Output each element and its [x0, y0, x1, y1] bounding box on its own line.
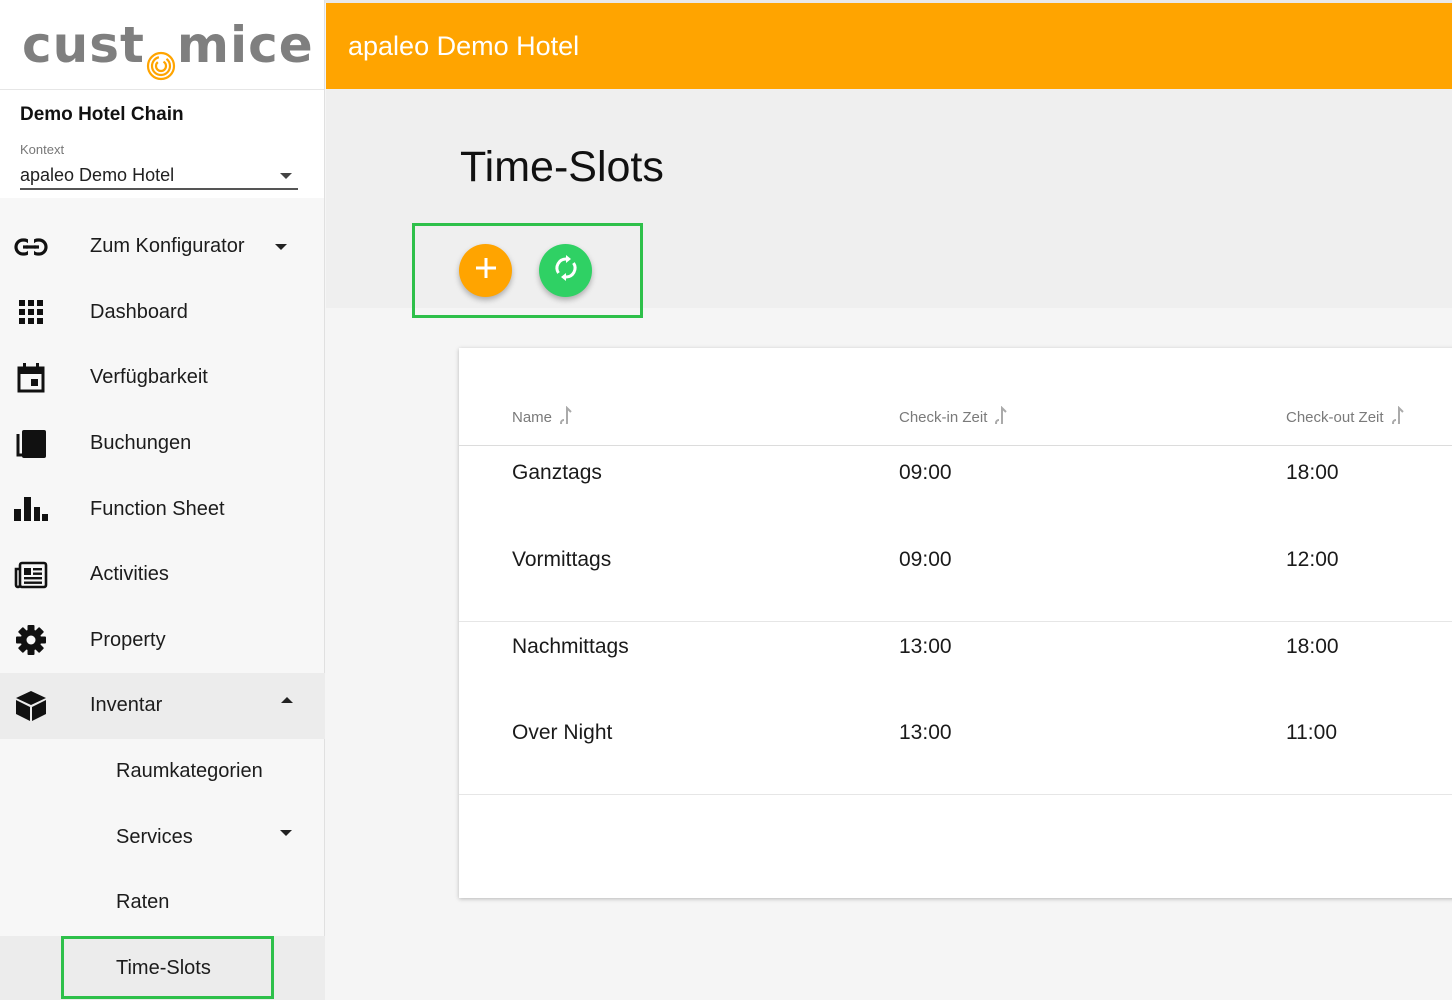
- sidebar-subitem-label: Time-Slots: [116, 956, 211, 979]
- sidebar-item-dashboard[interactable]: Dashboard: [0, 280, 325, 346]
- cell-checkout: 11:00: [1286, 721, 1337, 744]
- sidebar-item-verfuegbarkeit[interactable]: Verfügbarkeit: [0, 345, 325, 411]
- copy-icon: [14, 427, 48, 461]
- sidebar-item-konfigurator[interactable]: Zum Konfigurator: [0, 214, 325, 280]
- table-header: Name Check-in Zeit Check-out Zeit: [459, 348, 1452, 446]
- sort-icon: [995, 405, 1008, 428]
- row-divider: [459, 621, 1452, 622]
- sidebar-item-property[interactable]: Property: [0, 608, 325, 674]
- app-header: apaleo Demo Hotel: [326, 3, 1452, 89]
- fingerprint-logo-icon: [146, 35, 176, 80]
- link-icon: [14, 230, 48, 264]
- cell-checkin: 13:00: [899, 635, 952, 658]
- column-header-name[interactable]: Name: [512, 405, 572, 428]
- grid-icon: [14, 295, 48, 329]
- column-header-checkin[interactable]: Check-in Zeit: [899, 405, 1008, 428]
- sidebar-subitem-label: Raumkategorien: [116, 760, 263, 783]
- newspaper-icon: [14, 558, 48, 592]
- gear-icon: [14, 623, 48, 657]
- row-divider: [459, 794, 1452, 795]
- plus-icon: [475, 257, 497, 284]
- cell-checkout: 18:00: [1286, 461, 1339, 484]
- cube-icon: [14, 689, 48, 723]
- calendar-icon: [14, 361, 48, 395]
- sidebar-item-inventar[interactable]: Inventar: [0, 673, 325, 739]
- column-label: Name: [512, 408, 553, 426]
- column-header-checkout[interactable]: Check-out Zeit: [1286, 405, 1404, 428]
- action-toolbar: [412, 223, 643, 318]
- sidebar-subitem-label: Services: [116, 825, 193, 848]
- column-label: Check-in Zeit: [899, 408, 988, 426]
- logo-text-right: mice: [176, 15, 314, 74]
- add-button[interactable]: [459, 244, 512, 297]
- sidebar-item-label: Inventar: [90, 694, 163, 717]
- cell-checkout: 18:00: [1286, 635, 1339, 658]
- chevron-down-icon: [280, 830, 292, 837]
- header-title: apaleo Demo Hotel: [348, 30, 580, 61]
- chevron-down-icon: [275, 243, 287, 250]
- sidebar-subitem-services[interactable]: Services: [0, 804, 325, 870]
- logo-text-left: cust: [22, 15, 145, 74]
- sidebar-nav: Zum Konfigurator Dashboard Verfügbarkeit…: [0, 214, 325, 1000]
- sidebar-item-label: Buchungen: [90, 432, 192, 455]
- sidebar-item-label: Activities: [90, 563, 169, 586]
- sidebar-item-activities[interactable]: Activities: [0, 542, 325, 608]
- cell-name: Ganztags: [512, 461, 602, 484]
- cell-checkin: 09:00: [899, 548, 952, 571]
- time-slots-table: Name Check-in Zeit Check-out Zeit Ganzta…: [459, 348, 1452, 898]
- sidebar-subitem-label: Raten: [116, 891, 170, 914]
- logo: cust mice: [0, 0, 324, 90]
- cell-checkin: 09:00: [899, 461, 952, 484]
- sort-icon: [560, 405, 572, 428]
- sidebar-item-label: Property: [90, 628, 166, 651]
- context-panel: Demo Hotel Chain Kontext apaleo Demo Hot…: [0, 90, 324, 198]
- cell-name: Vormittags: [512, 548, 612, 571]
- chain-name: Demo Hotel Chain: [20, 104, 184, 125]
- sidebar-subitem-time-slots[interactable]: Time-Slots: [0, 935, 325, 1000]
- column-label: Check-out Zeit: [1286, 408, 1384, 426]
- sidebar-item-buchungen[interactable]: Buchungen: [0, 411, 325, 477]
- sidebar-subitem-raten[interactable]: Raten: [0, 870, 325, 936]
- sidebar-item-label: Zum Konfigurator: [90, 235, 245, 258]
- bar-chart-icon: [14, 492, 48, 526]
- chevron-up-icon: [281, 697, 293, 704]
- context-label: Kontext: [20, 142, 65, 157]
- sync-icon: [553, 255, 579, 286]
- cell-checkin: 13:00: [899, 721, 952, 744]
- sidebar-item-label: Dashboard: [90, 300, 188, 323]
- context-select[interactable]: apaleo Demo Hotel: [20, 163, 298, 190]
- sidebar-item-label: Verfügbarkeit: [90, 366, 208, 389]
- chevron-down-icon: [280, 172, 292, 179]
- sidebar-item-function-sheet[interactable]: Function Sheet: [0, 476, 325, 542]
- context-value: apaleo Demo Hotel: [20, 165, 175, 185]
- cell-name: Nachmittags: [512, 635, 629, 658]
- cell-name: Over Night: [512, 721, 613, 744]
- page-header: Time-Slots: [326, 89, 1452, 318]
- page-title: Time-Slots: [460, 143, 664, 191]
- sync-button[interactable]: [539, 244, 592, 297]
- cell-checkout: 12:00: [1286, 548, 1339, 571]
- sidebar: cust mice Demo Hotel Chain Kontext apale…: [0, 0, 325, 1000]
- sort-icon: [1391, 405, 1404, 428]
- sidebar-item-label: Function Sheet: [90, 497, 225, 520]
- sidebar-subitem-raumkategorien[interactable]: Raumkategorien: [0, 739, 325, 805]
